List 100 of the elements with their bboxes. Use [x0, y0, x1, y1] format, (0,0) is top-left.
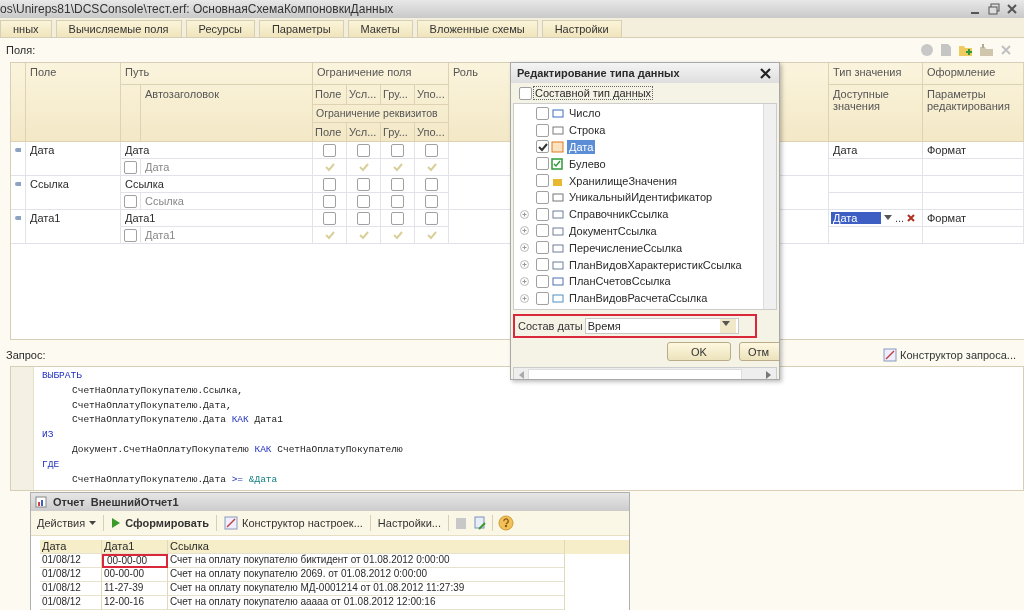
- checkbox[interactable]: [391, 143, 404, 157]
- tab[interactable]: Макеты: [347, 20, 413, 37]
- settings-button[interactable]: Настройки...: [375, 517, 443, 529]
- type-item[interactable]: УникальныйИдентификатор: [567, 190, 715, 205]
- composite-type-label[interactable]: Составной тип данных: [533, 86, 654, 100]
- code-line: ИЗ: [42, 428, 55, 443]
- checkbox[interactable]: [357, 143, 370, 157]
- expand-icon[interactable]: [519, 209, 529, 219]
- field-name: Ссылка: [30, 178, 69, 190]
- checkbox[interactable]: [323, 177, 336, 191]
- expand-icon[interactable]: [519, 260, 529, 270]
- checkbox[interactable]: [357, 177, 370, 191]
- scroll-left-icon[interactable]: [518, 370, 524, 379]
- checkbox[interactable]: [536, 190, 549, 204]
- type-item[interactable]: СправочникСсылка: [567, 207, 671, 222]
- type-item[interactable]: ПланВидовХарактеристикСсылка: [567, 257, 744, 272]
- help-icon[interactable]: [497, 515, 514, 531]
- column-header: Усл...: [347, 123, 381, 142]
- checkbox[interactable]: [425, 194, 438, 208]
- value-type-editor[interactable]: Дата ...: [829, 210, 923, 227]
- scroll-thumb[interactable]: [528, 369, 742, 379]
- generate-button[interactable]: Сформировать: [109, 517, 211, 529]
- checkbox[interactable]: [536, 241, 549, 255]
- column-header: Путь: [121, 63, 313, 85]
- checkbox[interactable]: [357, 211, 370, 225]
- actions-menu[interactable]: Действия: [35, 517, 99, 529]
- column-header: Гру...: [381, 85, 415, 105]
- checkbox[interactable]: [536, 157, 549, 171]
- type-item[interactable]: ДокументСсылка: [567, 223, 659, 238]
- checkbox[interactable]: [536, 224, 549, 238]
- expand-icon[interactable]: [519, 243, 529, 253]
- table-cell: 01/08/12: [40, 582, 102, 596]
- save-icon[interactable]: [453, 516, 468, 530]
- dropdown-icon[interactable]: [884, 215, 892, 221]
- checkbox[interactable]: [425, 143, 438, 157]
- folder-add-icon[interactable]: [958, 43, 974, 57]
- report-name: ВнешнийОтчет1: [90, 496, 179, 508]
- checkbox[interactable]: [536, 140, 549, 154]
- type-item[interactable]: ПеречислениеСсылка: [567, 240, 685, 255]
- folder-icon[interactable]: [979, 43, 995, 57]
- type-item[interactable]: ПланВидовРасчетаСсылка: [567, 291, 710, 306]
- checkbox[interactable]: [124, 228, 137, 242]
- checkbox[interactable]: [323, 194, 336, 208]
- type-item[interactable]: ПланСчетовСсылка: [567, 274, 673, 289]
- checkbox[interactable]: [536, 291, 549, 305]
- checkbox[interactable]: [391, 194, 404, 208]
- type-icon: [551, 107, 565, 120]
- checkbox[interactable]: [391, 211, 404, 225]
- checkbox[interactable]: [124, 194, 137, 208]
- checkbox[interactable]: [536, 274, 549, 288]
- tab[interactable]: Ресурсы: [185, 20, 255, 37]
- tab[interactable]: Вычисляемые поля: [55, 20, 182, 37]
- scroll-right-icon[interactable]: [766, 370, 772, 379]
- document-icon[interactable]: [939, 43, 953, 57]
- checkbox[interactable]: [536, 258, 549, 272]
- checkbox[interactable]: [536, 207, 549, 221]
- choose-button[interactable]: ...: [895, 212, 905, 224]
- field-icon: [15, 182, 21, 186]
- settings-constructor-button[interactable]: Конструктор настроек...: [222, 516, 365, 530]
- checkbox[interactable]: [425, 211, 438, 225]
- export-icon[interactable]: [472, 516, 487, 530]
- checkbox[interactable]: [519, 86, 532, 100]
- query-editor[interactable]: [10, 366, 1024, 491]
- delete-icon[interactable]: [1000, 44, 1012, 56]
- date-composition-select[interactable]: Время: [584, 318, 739, 334]
- scrollbar[interactable]: [513, 367, 777, 379]
- tab[interactable]: Вложенные схемы: [416, 20, 538, 37]
- scrollbar[interactable]: [763, 104, 776, 309]
- tab[interactable]: нных: [0, 20, 52, 37]
- checkbox[interactable]: [391, 177, 404, 191]
- checkbox[interactable]: [425, 177, 438, 191]
- expand-icon[interactable]: [519, 276, 529, 286]
- dropdown-icon[interactable]: [719, 319, 736, 333]
- constructor-icon: [883, 348, 898, 362]
- expand-icon[interactable]: [519, 226, 529, 236]
- value-type-field[interactable]: Дата: [831, 212, 881, 224]
- tab[interactable]: Параметры: [258, 20, 344, 37]
- close-icon[interactable]: [760, 67, 771, 79]
- type-item[interactable]: Число: [567, 106, 603, 121]
- type-item[interactable]: Булево: [567, 156, 608, 171]
- column-header: Ссылка: [168, 540, 565, 554]
- tab[interactable]: Настройки: [541, 20, 622, 37]
- checkbox[interactable]: [536, 174, 549, 188]
- checkbox[interactable]: [536, 106, 549, 120]
- checkbox[interactable]: [124, 160, 137, 174]
- query-constructor-button[interactable]: Конструктор запроса...: [883, 348, 1016, 362]
- expand-icon[interactable]: [519, 293, 529, 303]
- dialog-title: Редактирование типа данных: [517, 67, 680, 79]
- dialog-button[interactable]: OK: [667, 342, 731, 361]
- circle-icon[interactable]: [920, 43, 934, 57]
- clear-icon[interactable]: [907, 214, 916, 222]
- checkbox[interactable]: [323, 143, 336, 157]
- restore-icon[interactable]: [988, 3, 1000, 15]
- type-item[interactable]: ХранилищеЗначения: [567, 173, 680, 188]
- type-item[interactable]: Строка: [567, 123, 608, 138]
- dialog-button[interactable]: Отм: [739, 342, 779, 361]
- type-icon: [551, 141, 565, 153]
- checkbox[interactable]: [536, 123, 549, 137]
- checkbox[interactable]: [323, 211, 336, 225]
- checkbox[interactable]: [357, 194, 370, 208]
